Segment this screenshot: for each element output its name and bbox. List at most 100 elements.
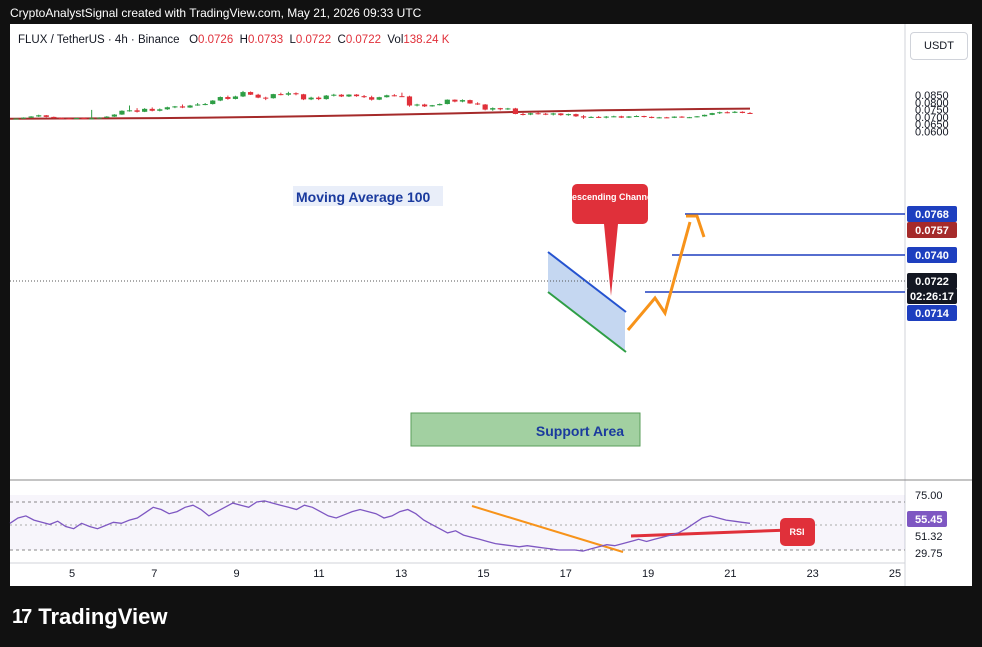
candle-body[interactable] xyxy=(353,94,360,97)
candle-body[interactable] xyxy=(437,104,443,106)
candle-body[interactable] xyxy=(671,116,677,118)
candle-body[interactable] xyxy=(300,94,307,100)
candle-body[interactable] xyxy=(285,93,292,95)
candle-body[interactable] xyxy=(73,118,80,120)
candle-body[interactable] xyxy=(633,116,640,118)
candle-body[interactable] xyxy=(649,116,655,118)
candle-body[interactable] xyxy=(338,94,344,97)
candle-body[interactable] xyxy=(474,103,481,105)
candle-body[interactable] xyxy=(490,108,496,110)
candle-body[interactable] xyxy=(369,97,375,100)
candle-body[interactable] xyxy=(709,113,715,115)
candle-body[interactable] xyxy=(399,96,405,98)
candle-body[interactable] xyxy=(452,99,458,102)
candle-body[interactable] xyxy=(51,116,57,118)
candle-body[interactable] xyxy=(43,115,49,117)
candle-body[interactable] xyxy=(270,94,276,99)
candle-body[interactable] xyxy=(126,110,133,112)
candle-body[interactable] xyxy=(255,94,261,98)
candle-body[interactable] xyxy=(104,116,110,118)
candle-body[interactable] xyxy=(603,116,609,118)
candle-body[interactable] xyxy=(316,97,322,100)
candle-body[interactable] xyxy=(701,114,708,117)
candle-body[interactable] xyxy=(429,105,435,107)
candle-body[interactable] xyxy=(679,116,685,118)
candle-body[interactable] xyxy=(58,117,65,119)
candle-body[interactable] xyxy=(414,104,420,106)
candle-body[interactable] xyxy=(134,110,140,112)
candle-body[interactable] xyxy=(444,99,450,105)
candle-body[interactable] xyxy=(179,106,186,108)
candle-body[interactable] xyxy=(308,97,314,100)
projection-arrow[interactable] xyxy=(626,221,692,331)
candle-body[interactable] xyxy=(20,117,27,119)
candle-body[interactable] xyxy=(263,97,269,99)
candle-body[interactable] xyxy=(626,116,632,118)
candle-body[interactable] xyxy=(157,109,163,111)
candle-body[interactable] xyxy=(467,100,473,104)
candle-body[interactable] xyxy=(641,116,647,118)
candle-body[interactable] xyxy=(293,93,299,95)
candle-body[interactable] xyxy=(225,97,231,99)
candle-body[interactable] xyxy=(558,113,564,116)
candle-body[interactable] xyxy=(422,104,428,107)
candle-body[interactable] xyxy=(240,92,246,97)
candle-body[interactable] xyxy=(81,118,87,120)
candle-body[interactable] xyxy=(747,112,753,114)
candle-body[interactable] xyxy=(142,108,148,112)
candle-body[interactable] xyxy=(13,118,19,120)
candle-body[interactable] xyxy=(232,96,239,99)
candle-body[interactable] xyxy=(656,117,662,119)
candle-body[interactable] xyxy=(406,96,413,106)
candle-body[interactable] xyxy=(550,113,556,115)
tradingview-logo[interactable]: 17 TradingView xyxy=(12,604,167,630)
candle-body[interactable] xyxy=(202,104,208,106)
candle-body[interactable] xyxy=(588,116,594,118)
candle-body[interactable] xyxy=(96,117,102,119)
candle-body[interactable] xyxy=(195,104,201,106)
candle-body[interactable] xyxy=(210,100,216,105)
candle-body[interactable] xyxy=(278,94,284,96)
candle-body[interactable] xyxy=(384,95,390,98)
candle-body[interactable] xyxy=(505,108,511,110)
candle-body[interactable] xyxy=(611,116,617,118)
candle-body[interactable] xyxy=(361,96,367,98)
candle-body[interactable] xyxy=(217,97,223,101)
candle-body[interactable] xyxy=(323,95,329,100)
candle-body[interactable] xyxy=(732,111,738,113)
candle-body[interactable] xyxy=(686,117,693,119)
candle-body[interactable] xyxy=(573,114,579,117)
candle-body[interactable] xyxy=(535,113,541,115)
channel-callout[interactable] xyxy=(572,184,648,224)
candle-body[interactable] xyxy=(596,116,602,118)
candle-body[interactable] xyxy=(391,95,397,97)
candle-body[interactable] xyxy=(520,113,526,115)
candle-body[interactable] xyxy=(512,108,519,114)
candle-body[interactable] xyxy=(739,111,746,113)
candle-body[interactable] xyxy=(527,113,534,115)
candle-body[interactable] xyxy=(543,113,549,115)
candle-body[interactable] xyxy=(28,116,34,118)
candle-body[interactable] xyxy=(36,115,42,117)
candle-body[interactable] xyxy=(459,100,466,102)
candle-body[interactable] xyxy=(497,108,503,110)
candle-body[interactable] xyxy=(172,106,178,108)
candle-body[interactable] xyxy=(119,110,125,115)
candle-body[interactable] xyxy=(694,116,700,118)
candle-body[interactable] xyxy=(580,116,587,118)
candle-body[interactable] xyxy=(111,114,117,117)
candle-body[interactable] xyxy=(717,112,723,114)
candle-body[interactable] xyxy=(331,94,337,96)
candle-body[interactable] xyxy=(346,94,352,97)
candle-body[interactable] xyxy=(664,117,670,119)
candle-body[interactable] xyxy=(164,107,170,110)
candle-body[interactable] xyxy=(149,108,155,111)
candle-body[interactable] xyxy=(89,118,95,120)
candle-body[interactable] xyxy=(482,104,488,110)
candle-body[interactable] xyxy=(565,114,571,116)
candle-body[interactable] xyxy=(376,97,382,100)
candle-body[interactable] xyxy=(247,92,254,95)
candle-body[interactable] xyxy=(66,118,72,120)
candle-body[interactable] xyxy=(618,116,624,118)
candle-body[interactable] xyxy=(187,105,193,108)
